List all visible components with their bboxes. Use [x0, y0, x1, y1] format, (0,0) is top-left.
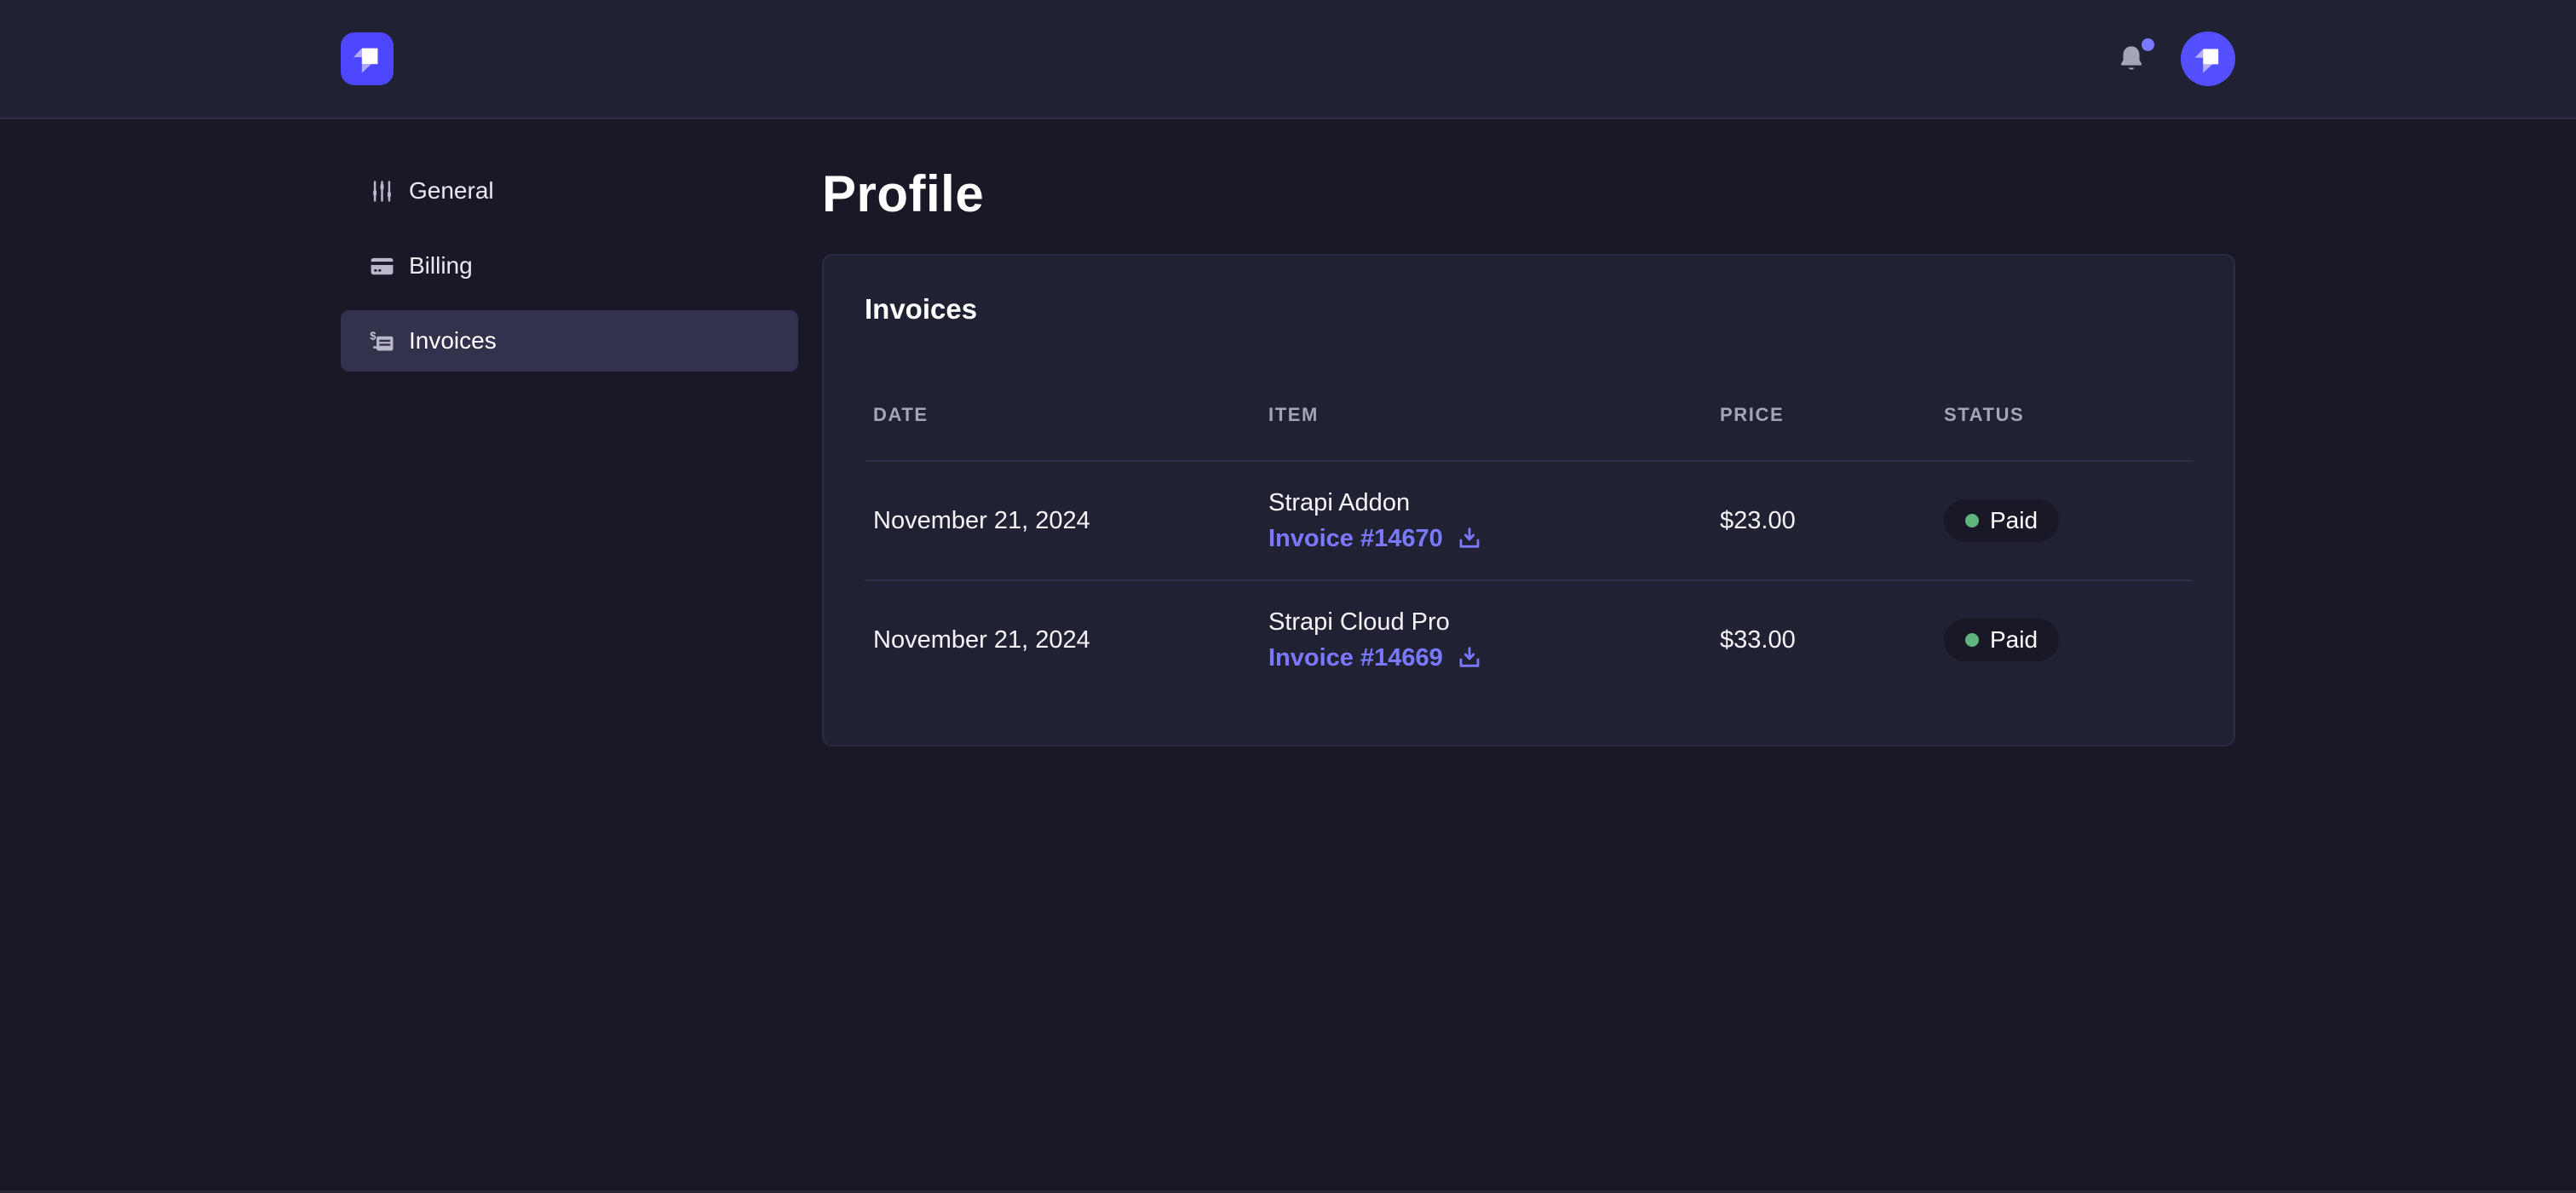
status-dot-icon [1965, 633, 1979, 647]
notifications-button[interactable] [2114, 40, 2148, 78]
status-label: Paid [1990, 626, 2038, 654]
sidebar-item-label: Invoices [409, 327, 497, 354]
invoice-number-link[interactable]: Invoice #14669 [1268, 644, 1443, 672]
invoices-card-title: Invoices [865, 293, 2193, 326]
sidebar-item-general[interactable]: General [341, 160, 798, 222]
page-layout: General Billing $ Invoices Profile [341, 119, 2235, 746]
sidebar-item-label: General [409, 177, 494, 205]
strapi-logo-button[interactable] [341, 32, 394, 85]
invoice-table-row: November 21, 2024 Strapi Addon Invoice #… [865, 460, 2193, 579]
sidebar-item-billing[interactable]: Billing [341, 235, 798, 297]
credit-card-icon [369, 253, 395, 280]
invoices-card: Invoices DATE ITEM PRICE STATUS November… [822, 254, 2235, 746]
top-navbar [0, 0, 2576, 119]
invoice-download-button[interactable] [1456, 644, 1483, 671]
navbar-inner [341, 0, 2235, 118]
strapi-logo-icon [341, 32, 394, 85]
invoice-status-cell: Paid [1935, 499, 2193, 542]
page-title: Profile [822, 167, 2235, 222]
sliders-icon [369, 178, 395, 205]
download-icon [1456, 525, 1483, 552]
invoice-link-line: Invoice #14669 [1268, 644, 1711, 672]
column-header-status: STATUS [1935, 404, 2193, 426]
invoice-item-cell: Strapi Cloud Pro Invoice #14669 [1260, 608, 1711, 672]
invoice-number-link[interactable]: Invoice #14670 [1268, 525, 1443, 553]
invoice-download-button[interactable] [1456, 525, 1483, 552]
sidebar-item-invoices[interactable]: $ Invoices [341, 310, 798, 372]
invoice-date: November 21, 2024 [865, 626, 1260, 654]
sidebar-item-label: Billing [409, 252, 473, 280]
status-label: Paid [1990, 507, 2038, 534]
download-icon [1456, 644, 1483, 671]
svg-text:$: $ [370, 329, 376, 342]
invoice-price: $23.00 [1711, 507, 1935, 535]
main-content: Profile Invoices DATE ITEM PRICE STATUS … [822, 160, 2235, 746]
strapi-avatar-icon [2181, 32, 2235, 86]
invoice-item-name: Strapi Cloud Pro [1268, 608, 1711, 637]
user-avatar[interactable] [2181, 32, 2235, 86]
column-header-date: DATE [865, 404, 1260, 426]
column-header-price: PRICE [1711, 404, 1935, 426]
invoice-link-line: Invoice #14670 [1268, 525, 1711, 553]
invoice-item-cell: Strapi Addon Invoice #14670 [1260, 489, 1711, 553]
invoices-table-header: DATE ITEM PRICE STATUS [865, 326, 2193, 460]
invoice-icon: $ [369, 328, 395, 354]
status-badge: Paid [1944, 619, 2059, 661]
status-badge: Paid [1944, 499, 2059, 542]
invoice-table-row: November 21, 2024 Strapi Cloud Pro Invoi… [865, 579, 2193, 699]
column-header-item: ITEM [1260, 404, 1711, 426]
invoice-status-cell: Paid [1935, 619, 2193, 661]
status-dot-icon [1965, 514, 1979, 527]
invoice-price: $33.00 [1711, 626, 1935, 654]
settings-sidebar: General Billing $ Invoices [341, 160, 798, 746]
notification-dot [2142, 38, 2154, 51]
invoice-item-name: Strapi Addon [1268, 489, 1711, 517]
invoice-date: November 21, 2024 [865, 507, 1260, 535]
navbar-right-group [2114, 32, 2235, 86]
